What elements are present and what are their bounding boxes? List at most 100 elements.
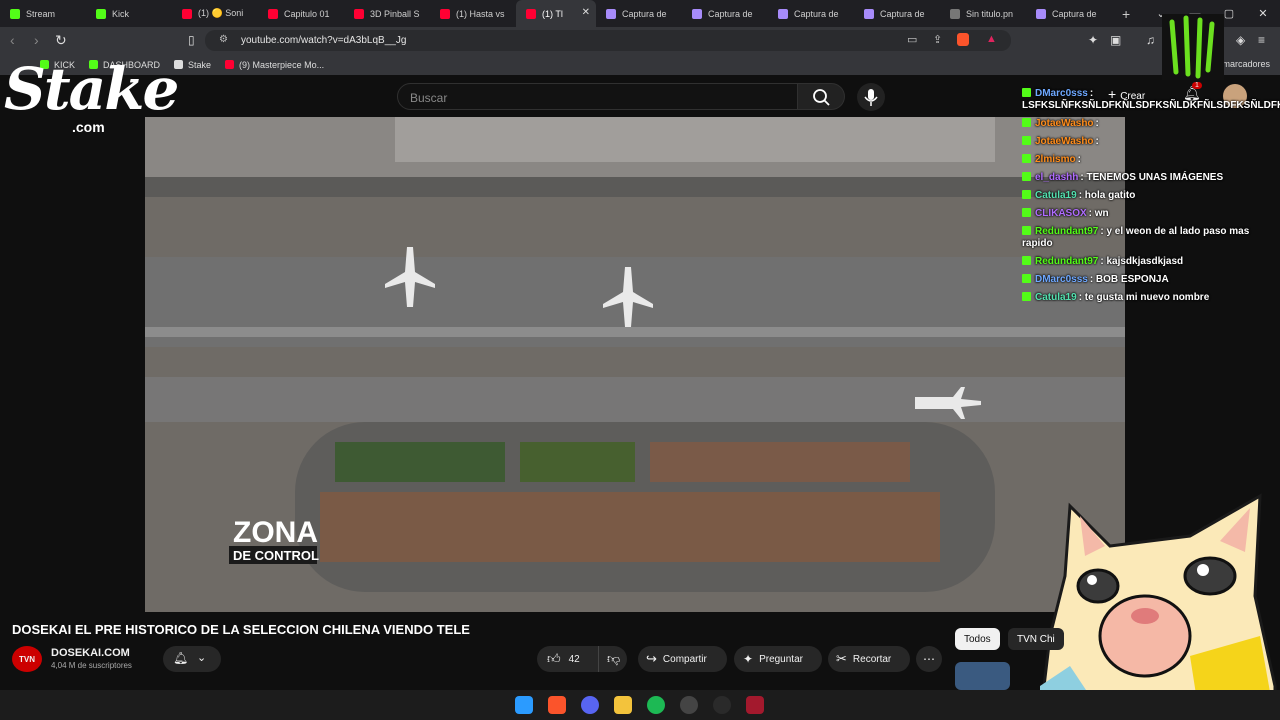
brave-shield-icon[interactable] (957, 33, 969, 46)
dislike-button[interactable]: 👎︎ (599, 651, 620, 667)
channel-avatar[interactable]: TVN (12, 646, 42, 672)
chat-username[interactable]: JotaeWasho (1035, 118, 1094, 129)
browser-tab[interactable]: Captura de (596, 0, 682, 27)
extensions-icon[interactable]: ✦ (1088, 33, 1098, 47)
bookmark-icon[interactable]: ▯ (188, 33, 195, 47)
share-label: Compartir (662, 653, 707, 665)
browser-tab[interactable]: Sin titulo.pn (940, 0, 1026, 27)
windows-taskbar (0, 690, 1280, 720)
file-explorer-icon[interactable] (614, 696, 632, 714)
chat-message: DMarc0sss: LSFKSLÑFKSÑLDFKÑLSDFKSÑLDKFÑL… (1022, 88, 1280, 112)
share-button[interactable]: ↪ Compartir (638, 646, 727, 672)
subscribed-notification-button[interactable]: 🔔︎ ⌄ (163, 646, 221, 672)
windows-start-icon[interactable] (515, 696, 533, 714)
close-window-icon[interactable]: ✕ (1246, 7, 1280, 20)
kick-badge-icon (1022, 256, 1031, 265)
media-icon[interactable]: ♫ (1146, 33, 1155, 47)
clip-button[interactable]: ✂ Recortar (828, 646, 910, 672)
vpn-icon[interactable]: ◈ (1236, 33, 1245, 47)
stake-logo-text: Stake (4, 55, 179, 123)
browser-tab[interactable]: (1) Tl ✕ (516, 0, 596, 27)
discord-icon[interactable] (581, 696, 599, 714)
kick-badge-icon (1022, 154, 1031, 163)
close-tab-icon[interactable]: ✕ (582, 7, 590, 18)
chat-username[interactable]: Redundant97 (1035, 226, 1098, 237)
new-tab-icon[interactable]: + (1122, 6, 1130, 22)
browser-tab[interactable]: (1) Hasta vs (430, 0, 516, 27)
like-button[interactable]: 👍︎ 42 (537, 646, 599, 672)
tab-label: Kick (112, 8, 130, 19)
chat-message: JotaeWasho: (1022, 136, 1262, 148)
browser-tab[interactable]: Captura de (768, 0, 854, 27)
site-info-icon[interactable]: ⚙ (219, 34, 228, 45)
chat-username[interactable]: Redundant97 (1035, 256, 1098, 267)
kick-badge-icon (1022, 118, 1031, 127)
channel-name[interactable]: DOSEKAI.COM (51, 647, 130, 659)
chat-message: DMarc0sss: BOB ESPONJA (1022, 274, 1262, 286)
app-icon[interactable] (713, 696, 731, 714)
chat-username[interactable]: 2lmismo (1035, 154, 1076, 165)
bookmark-item[interactable]: (9) Masterpiece Mo... (225, 60, 324, 70)
forward-icon[interactable]: › (34, 32, 39, 48)
ask-button[interactable]: ✦ Preguntar (734, 646, 822, 672)
kick-badge-icon (1022, 136, 1031, 145)
share-page-icon[interactable]: ⇪ (933, 33, 942, 46)
browser-tab[interactable]: Stream (0, 0, 86, 27)
browser-tab[interactable]: Captura de (854, 0, 940, 27)
chat-text: kajsdkjasdkjasd (1106, 256, 1184, 267)
browser-tab[interactable]: (1) 🟡 Soni (172, 0, 258, 27)
browser-tab[interactable]: Captura de (1026, 0, 1112, 27)
kick-badge-icon (1022, 274, 1031, 283)
chat-message: Redundant97: y el weon de al lado paso m… (1022, 226, 1262, 250)
chat-username[interactable]: Catula19 (1035, 292, 1077, 303)
browser-tab[interactable]: Capitulo 01 (258, 0, 344, 27)
search-input[interactable]: Buscar (397, 83, 798, 110)
more-actions-button[interactable]: ⋯ (916, 646, 942, 672)
video-player[interactable]: ZONA DE CONTROL (145, 117, 1125, 612)
menu-icon[interactable]: ≡ (1258, 33, 1265, 47)
chat-username[interactable]: DMarc0sss (1035, 274, 1088, 285)
search-placeholder: Buscar (410, 91, 448, 105)
cast-icon[interactable]: ▭ (907, 33, 917, 46)
chat-username[interactable]: JotaeWasho (1035, 136, 1094, 147)
chat-username[interactable]: CLIKASOX (1035, 208, 1087, 219)
filter-chip-tvn[interactable]: TVN Chi (1008, 628, 1064, 650)
filter-chip-all[interactable]: Todos (955, 628, 1000, 650)
tab-favicon-icon (354, 8, 364, 19)
video-title: DOSEKAI EL PRE HISTORICO DE LA SELECCION… (12, 622, 470, 637)
chat-message: CLIKASOX: wn (1022, 208, 1262, 220)
tab-label: (1) 🟡 Soni (198, 8, 244, 18)
chat-username[interactable]: Catula19 (1035, 190, 1077, 201)
video-frame: ZONA DE CONTROL (145, 117, 1125, 612)
like-dislike-group: 👍︎ 42 👎︎ (537, 646, 627, 672)
obs-icon[interactable] (680, 696, 698, 714)
reload-icon[interactable]: ↻ (55, 32, 67, 49)
game-app-icon[interactable] (746, 696, 764, 714)
tab-favicon-icon (10, 8, 20, 19)
wallet-icon[interactable]: ▣ (1110, 33, 1121, 47)
chat-username[interactable]: el_dashh (1035, 172, 1078, 183)
chat-username[interactable]: DMarc0sss (1035, 88, 1088, 99)
tab-label: Sin titulo.pn (966, 8, 1014, 19)
chat-text: TENEMOS UNAS IMÁGENES (1086, 172, 1224, 183)
browser-tab[interactable]: 3D Pinball S (344, 0, 430, 27)
tab-label: (1) Tl (542, 8, 563, 19)
kick-badge-icon (1022, 208, 1031, 217)
chat-text: te gusta mi nuevo nombre (1084, 292, 1210, 303)
recommended-thumbnail[interactable] (955, 662, 1010, 690)
url-field[interactable]: ⚙ youtube.com/watch?v=dA3bLqB__Jg ▭ ⇪ ▲ (205, 30, 1011, 51)
browser-tab[interactable]: Captura de (682, 0, 768, 27)
brave-browser-icon[interactable] (548, 696, 566, 714)
spotify-icon[interactable] (647, 696, 665, 714)
voice-search-button[interactable] (857, 83, 885, 111)
clip-label: Recortar (852, 653, 892, 665)
chat-separator: : (1077, 154, 1081, 165)
stake-logo-com: .com (72, 119, 105, 135)
brave-rewards-icon[interactable]: ▲ (986, 33, 997, 45)
tab-favicon-icon (864, 8, 874, 19)
back-icon[interactable]: ‹ (10, 32, 15, 48)
chat-separator: : (1095, 136, 1099, 147)
browser-tab[interactable]: Kick (86, 0, 172, 27)
search-button[interactable] (798, 83, 845, 110)
chat-text: wn (1094, 208, 1109, 219)
